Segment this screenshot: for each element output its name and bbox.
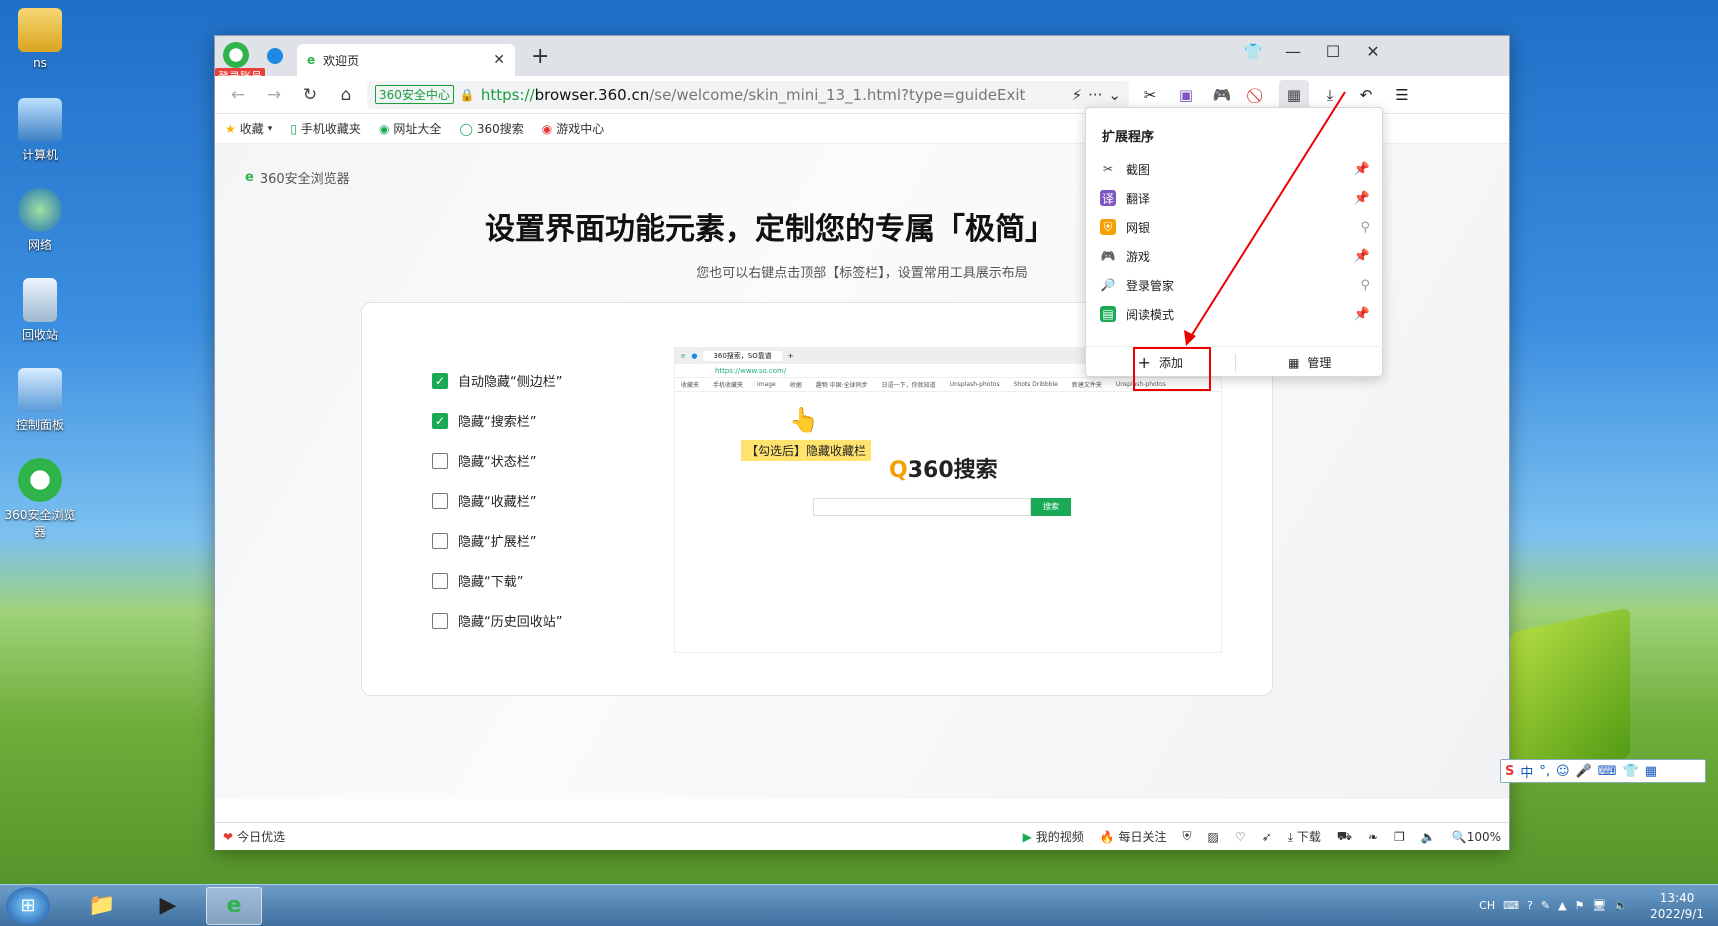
annotation-arrow xyxy=(1184,91,1346,346)
sogou-icon: S xyxy=(1505,763,1515,779)
show-hidden-icon[interactable]: ▲ xyxy=(1558,899,1566,912)
punctuation-icon: °, xyxy=(1539,763,1551,779)
grid-icon: ▦ xyxy=(1644,763,1658,779)
help-icon[interactable]: ? xyxy=(1527,899,1533,912)
taskbar: ⊞ 📁 ▶ e CH ⌨ ? ✎ ▲ ⚑ 🖥 🔈 13:40 2022/9/1 xyxy=(0,884,1718,926)
pen-icon[interactable]: ✎ xyxy=(1541,899,1550,912)
360-browser-taskbar-icon[interactable]: e xyxy=(206,886,262,925)
ime-lang: 中 xyxy=(1520,765,1534,781)
ime-toolbar[interactable]: S 中 °, ☺ 🎤 ⌨ 👕 ▦ xyxy=(1500,759,1706,783)
mic-icon: 🎤 xyxy=(1575,763,1592,779)
keyboard-icon[interactable]: ⌨ xyxy=(1503,899,1519,912)
flag-icon[interactable]: ⚑ xyxy=(1575,899,1585,912)
keyboard-icon: ⌨ xyxy=(1597,763,1617,779)
media-player-taskbar-icon[interactable]: ▶ xyxy=(140,887,196,925)
clock[interactable]: 13:40 2022/9/1 xyxy=(1650,890,1704,922)
emoji-icon: ☺ xyxy=(1556,763,1570,779)
skin-icon: 👕 xyxy=(1622,763,1639,779)
volume-icon[interactable]: 🔈 xyxy=(1614,899,1628,912)
lang-indicator[interactable]: CH xyxy=(1479,899,1495,912)
start-button[interactable]: ⊞ xyxy=(6,886,50,925)
system-tray: CH ⌨ ? ✎ ▲ ⚑ 🖥 🔈 13:40 2022/9/1 xyxy=(1479,890,1718,922)
network-tray-icon[interactable]: 🖥 xyxy=(1592,899,1606,912)
explorer-taskbar-icon[interactable]: 📁 xyxy=(74,887,130,925)
